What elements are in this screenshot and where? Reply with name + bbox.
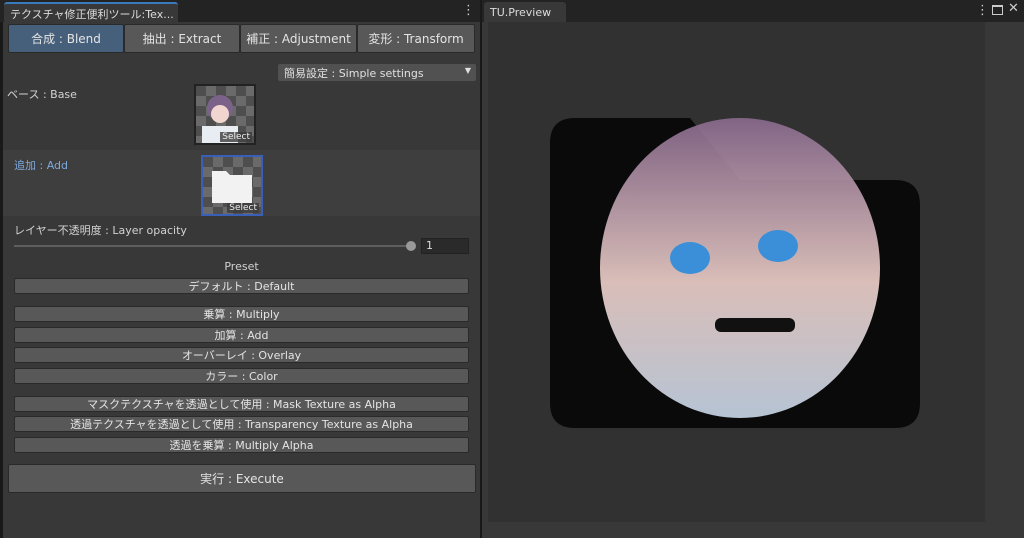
tab-blend[interactable]: 合成 : Blend bbox=[8, 24, 124, 53]
preset-transparency-alpha-button[interactable]: 透過テクスチャを透過として使用 : Transparency Texture a… bbox=[14, 416, 469, 432]
mode-dropdown-value: 簡易設定 : Simple settings bbox=[284, 67, 424, 80]
tab-texture-tool[interactable]: テクスチャ修正便利ツール:Tex... bbox=[4, 2, 178, 22]
opacity-input[interactable]: 1 bbox=[421, 238, 469, 254]
chevron-down-icon: ▼ bbox=[464, 66, 471, 75]
tab-preview[interactable]: TU.Preview bbox=[484, 2, 566, 22]
add-texture-slot[interactable]: Select bbox=[201, 155, 263, 216]
kebab-icon[interactable]: ⋮ bbox=[976, 3, 989, 18]
kebab-icon[interactable]: ⋮ bbox=[462, 3, 475, 18]
add-label: 追加 : Add bbox=[14, 159, 68, 172]
opacity-label: レイヤー不透明度 : Layer opacity bbox=[14, 224, 187, 237]
base-label: ベース : Base bbox=[7, 88, 77, 101]
execute-button[interactable]: 実行 : Execute bbox=[8, 464, 476, 493]
select-label: Select bbox=[227, 203, 259, 213]
opacity-slider-handle[interactable] bbox=[406, 241, 416, 251]
preset-mask-alpha-button[interactable]: マスクテクスチャを透過として使用 : Mask Texture as Alpha bbox=[14, 396, 469, 412]
preset-overlay-button[interactable]: オーバーレイ : Overlay bbox=[14, 347, 469, 363]
preset-color-button[interactable]: カラー : Color bbox=[14, 368, 469, 384]
preset-multiply-button[interactable]: 乗算 : Multiply bbox=[14, 306, 469, 322]
base-texture-slot[interactable]: Select bbox=[194, 84, 256, 145]
close-icon[interactable]: ✕ bbox=[1008, 1, 1019, 16]
preset-multiply-alpha-button[interactable]: 透過を乗算 : Multiply Alpha bbox=[14, 437, 469, 453]
preset-add-button[interactable]: 加算 : Add bbox=[14, 327, 469, 343]
tab-extract[interactable]: 抽出 : Extract bbox=[124, 24, 240, 53]
select-label: Select bbox=[220, 132, 252, 142]
tab-adjustment[interactable]: 補正 : Adjustment bbox=[240, 24, 357, 53]
preset-label: Preset bbox=[224, 260, 259, 273]
preview-image bbox=[550, 118, 920, 428]
tab-transform[interactable]: 変形 : Transform bbox=[357, 24, 475, 53]
opacity-slider-track[interactable] bbox=[14, 245, 411, 247]
maximize-icon[interactable] bbox=[992, 5, 1003, 15]
mode-dropdown[interactable]: 簡易設定 : Simple settings ▼ bbox=[278, 64, 476, 81]
preset-default-button[interactable]: デフォルト : Default bbox=[14, 278, 469, 294]
